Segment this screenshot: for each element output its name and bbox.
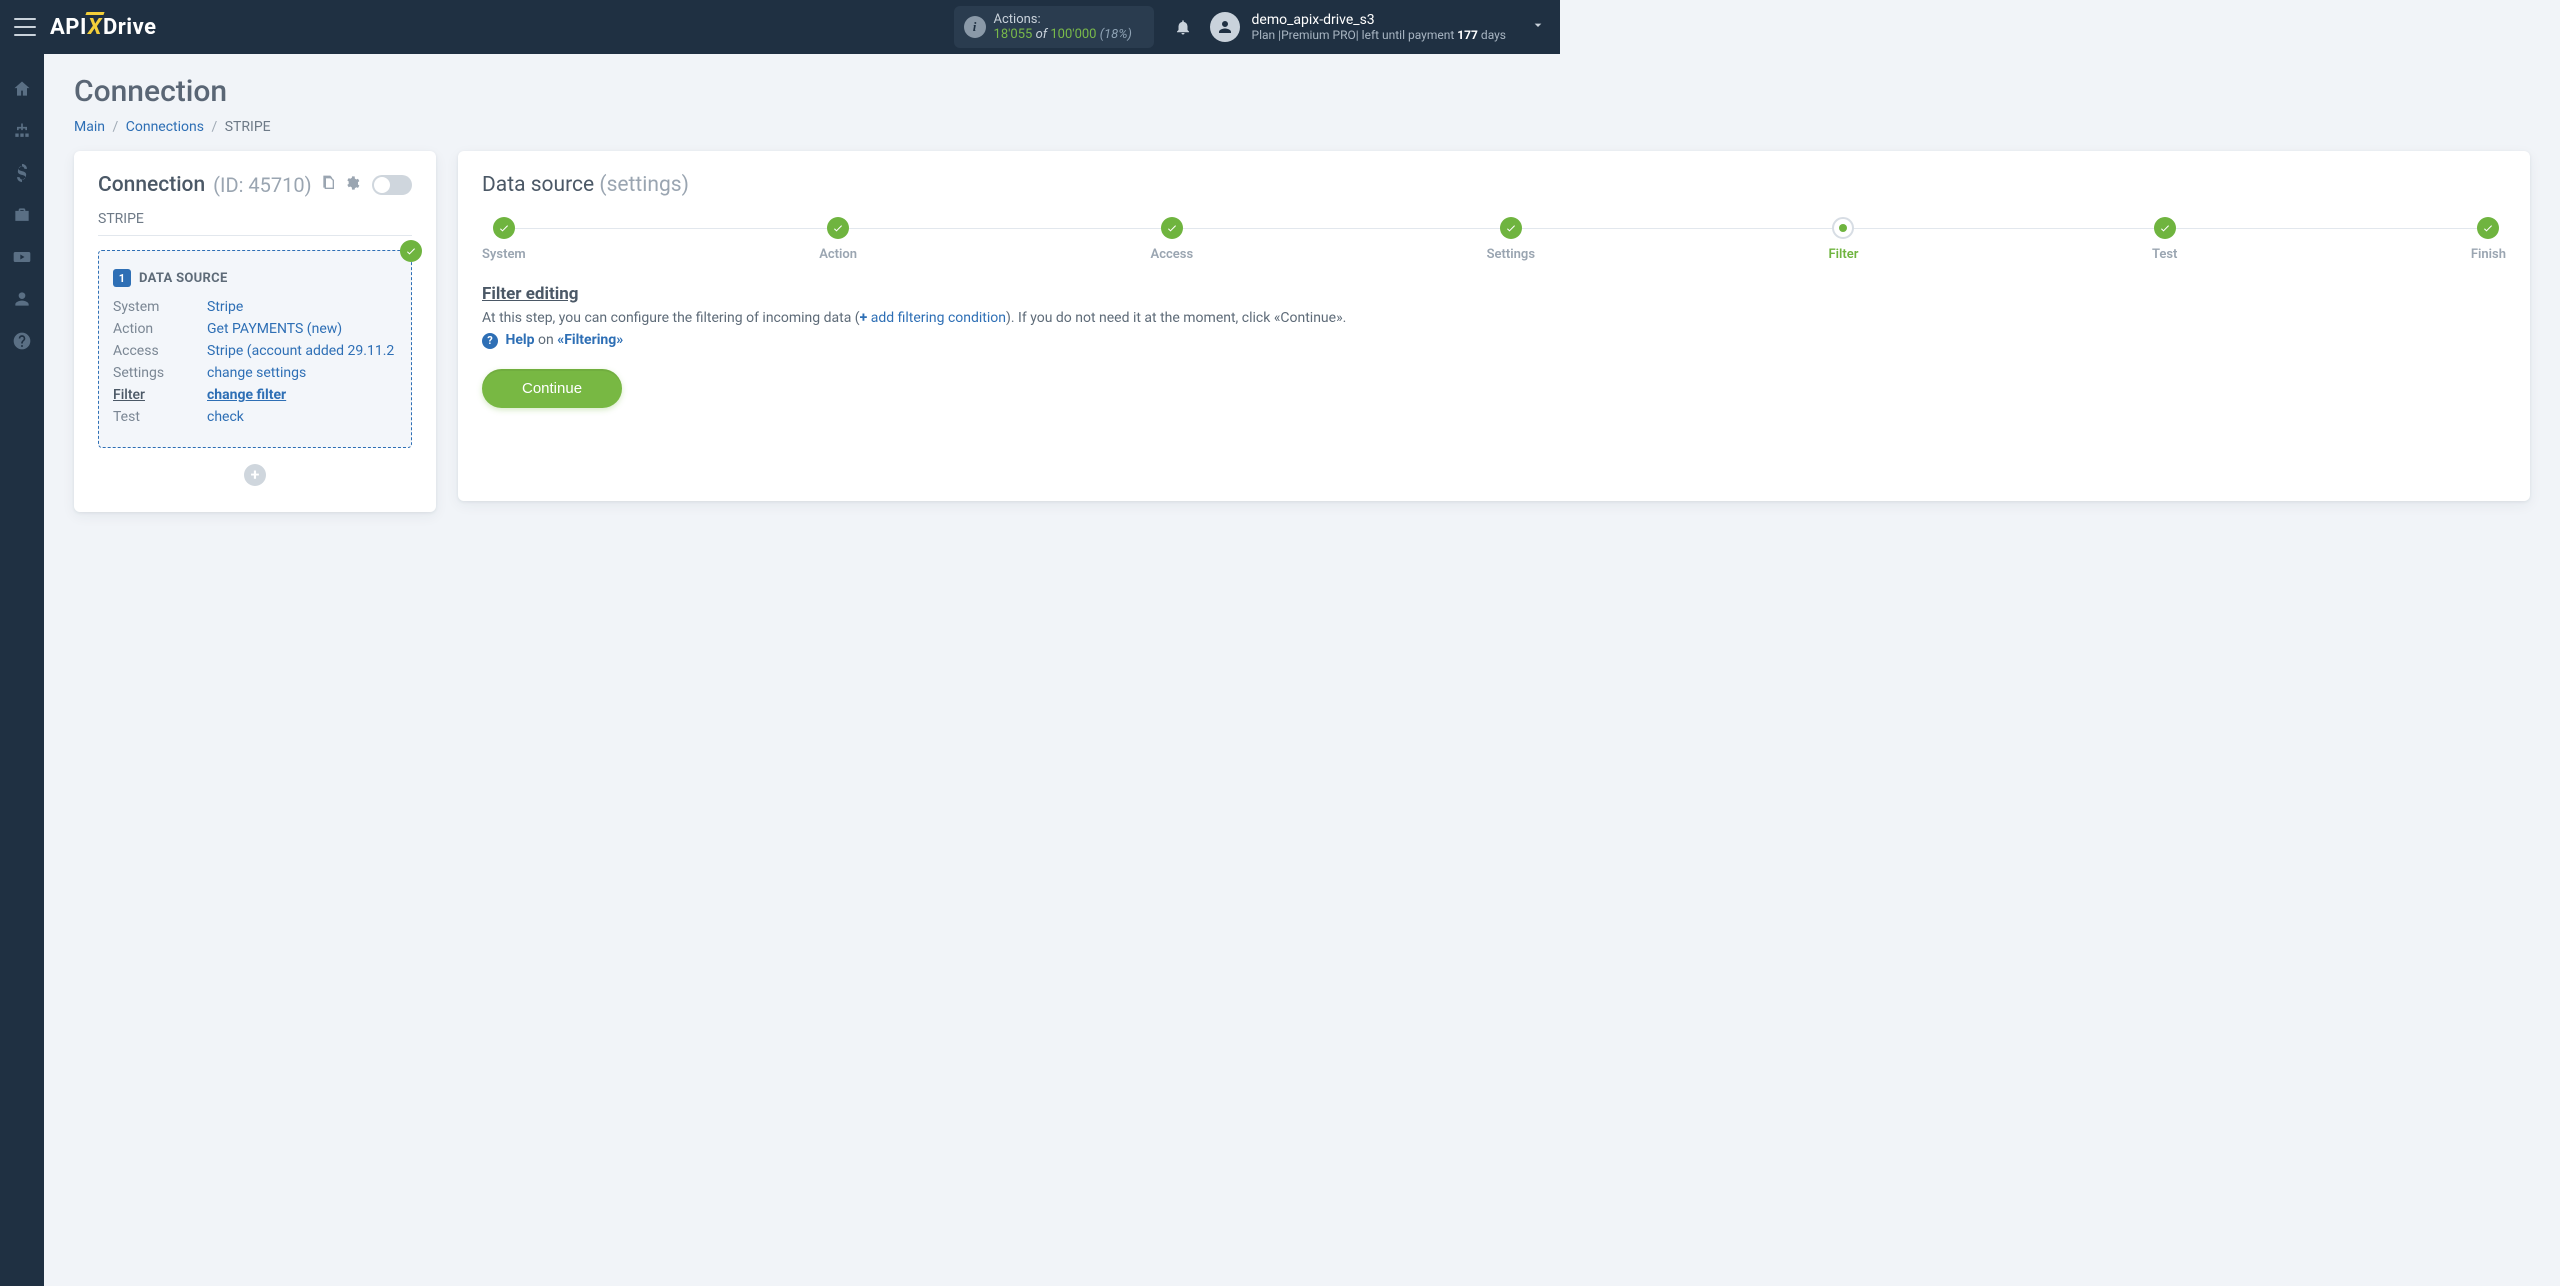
connection-enable-toggle[interactable] bbox=[372, 175, 412, 195]
connection-id: (ID: 45710) bbox=[213, 173, 311, 197]
data-source-title: 1 DATA SOURCE bbox=[113, 269, 397, 287]
breadcrumb-main[interactable]: Main bbox=[74, 119, 105, 135]
card-title: Data source (settings) bbox=[482, 173, 2506, 197]
section-title: Filter editing bbox=[482, 284, 2506, 304]
row-label-test: Test bbox=[113, 409, 197, 425]
notifications-button[interactable] bbox=[1164, 8, 1202, 46]
help-icon: ? bbox=[482, 333, 498, 349]
actions-value: 18'055 of 100'000 (18%) bbox=[994, 27, 1140, 42]
check-icon bbox=[493, 217, 515, 239]
chevron-down-icon bbox=[1530, 17, 1546, 37]
logo[interactable]: APIXDrive bbox=[50, 15, 157, 40]
step-label: Settings bbox=[1487, 247, 1535, 262]
step-test[interactable]: Test bbox=[2152, 217, 2177, 262]
row-value-system: Stripe bbox=[207, 299, 397, 315]
step-action[interactable]: Action bbox=[819, 217, 857, 262]
nav-connections[interactable] bbox=[0, 110, 44, 152]
add-destination-button[interactable]: + bbox=[244, 464, 266, 486]
row-value-access: Stripe (account added 29.11.2 bbox=[207, 343, 397, 359]
nav-tools[interactable] bbox=[0, 194, 44, 236]
step-access[interactable]: Access bbox=[1151, 217, 1194, 262]
step-number-badge: 1 bbox=[113, 269, 131, 287]
row-value-settings: change settings bbox=[207, 365, 397, 381]
account-menu[interactable]: demo_apix-drive_s3 Plan |Premium PRO| le… bbox=[1210, 12, 1546, 42]
section-description: At this step, you can configure the filt… bbox=[482, 310, 2506, 326]
nav-video[interactable] bbox=[0, 236, 44, 278]
actions-label: Actions: bbox=[994, 12, 1140, 27]
nav-profile[interactable] bbox=[0, 278, 44, 320]
username: demo_apix-drive_s3 bbox=[1252, 12, 1506, 28]
question-icon bbox=[12, 331, 32, 351]
copy-button[interactable] bbox=[320, 175, 336, 195]
row-label-filter: Filter bbox=[113, 387, 197, 403]
row-label-settings: Settings bbox=[113, 365, 197, 381]
menu-toggle-button[interactable] bbox=[14, 18, 36, 36]
add-filtering-condition-link[interactable]: add filtering condition bbox=[871, 310, 1006, 326]
check-icon bbox=[1161, 217, 1183, 239]
gear-icon bbox=[344, 175, 360, 191]
row-value-action: Get PAYMENTS (new) bbox=[207, 321, 397, 337]
nav-home[interactable] bbox=[0, 68, 44, 110]
topbar: APIXDrive i Actions: 18'055 of 100'000 (… bbox=[0, 0, 1560, 54]
briefcase-icon bbox=[12, 205, 32, 225]
check-icon bbox=[2477, 217, 2499, 239]
avatar-icon bbox=[1210, 12, 1240, 42]
step-filter[interactable]: Filter bbox=[1829, 217, 1859, 262]
connection-title: Connection bbox=[98, 173, 205, 197]
sitemap-icon bbox=[12, 121, 32, 141]
dollar-icon bbox=[12, 163, 32, 183]
info-icon: i bbox=[964, 16, 986, 38]
data-source-settings-card: Data source (settings) System Action Acces… bbox=[458, 151, 2530, 501]
plan-info: Plan |Premium PRO| left until payment 17… bbox=[1252, 28, 1506, 42]
bell-icon bbox=[1174, 18, 1192, 36]
step-label: Test bbox=[2152, 247, 2177, 262]
connection-summary-card: Connection (ID: 45710) STRIPE 1 DATA SOU… bbox=[74, 151, 436, 512]
main-content: Connection Main / Connections / STRIPE C… bbox=[44, 54, 2560, 1286]
step-label: Access bbox=[1151, 247, 1194, 262]
step-label: Filter bbox=[1829, 247, 1859, 262]
breadcrumb-connections[interactable]: Connections bbox=[126, 119, 204, 135]
home-icon bbox=[12, 79, 32, 99]
help-line: ? Help on «Filtering» bbox=[482, 332, 2506, 349]
step-label: System bbox=[482, 247, 526, 262]
row-label-action: Action bbox=[113, 321, 197, 337]
row-value-filter: change filter bbox=[207, 387, 397, 403]
youtube-icon bbox=[12, 247, 32, 267]
row-label-system: System bbox=[113, 299, 197, 315]
check-icon bbox=[2154, 217, 2176, 239]
status-complete-badge bbox=[400, 240, 422, 262]
step-current-icon bbox=[1832, 217, 1854, 239]
step-system[interactable]: System bbox=[482, 217, 526, 262]
row-label-access: Access bbox=[113, 343, 197, 359]
breadcrumb-current: STRIPE bbox=[225, 119, 271, 135]
page-title: Connection bbox=[74, 74, 2530, 109]
wizard-stepper: System Action Access Settings Filter Test Fini… bbox=[482, 217, 2506, 262]
check-icon bbox=[405, 245, 417, 257]
connection-system: STRIPE bbox=[98, 211, 412, 236]
document-icon bbox=[320, 175, 336, 191]
step-label: Finish bbox=[2471, 247, 2506, 262]
check-icon bbox=[1500, 217, 1522, 239]
left-nav bbox=[0, 54, 44, 1286]
nav-billing[interactable] bbox=[0, 152, 44, 194]
nav-help[interactable] bbox=[0, 320, 44, 362]
continue-button[interactable]: Continue bbox=[482, 369, 622, 408]
user-icon bbox=[12, 289, 32, 309]
step-label: Action bbox=[819, 247, 857, 262]
breadcrumb: Main / Connections / STRIPE bbox=[74, 119, 2530, 135]
row-value-test: check bbox=[207, 409, 397, 425]
help-topic: «Filtering» bbox=[557, 332, 623, 348]
actions-counter[interactable]: i Actions: 18'055 of 100'000 (18%) bbox=[954, 6, 1154, 48]
help-link[interactable]: Help bbox=[505, 332, 534, 348]
data-source-box: 1 DATA SOURCE System Stripe Action Get P… bbox=[98, 250, 412, 448]
step-finish[interactable]: Finish bbox=[2471, 217, 2506, 262]
step-settings[interactable]: Settings bbox=[1487, 217, 1535, 262]
check-icon bbox=[827, 217, 849, 239]
plus-icon: + bbox=[860, 310, 868, 326]
settings-button[interactable] bbox=[344, 175, 360, 195]
